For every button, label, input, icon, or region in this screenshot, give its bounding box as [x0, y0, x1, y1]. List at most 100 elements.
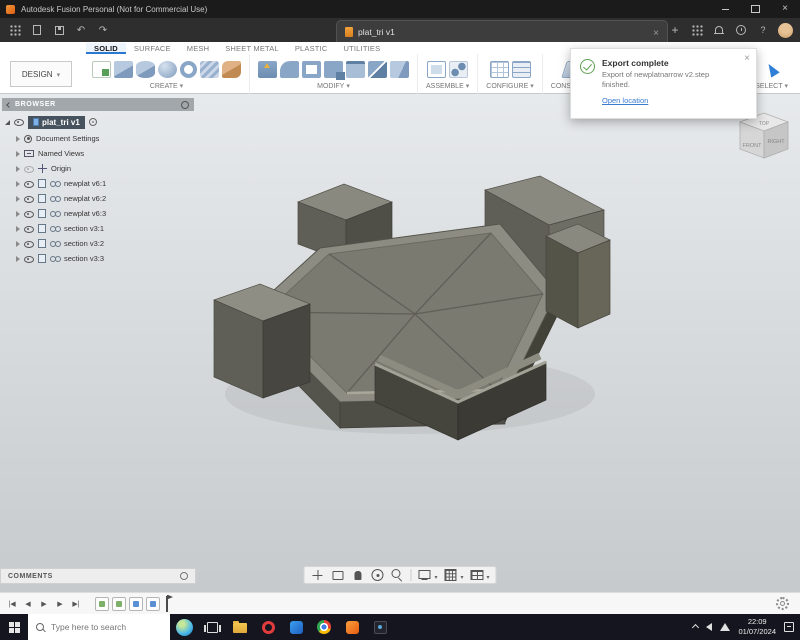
timeline-go-to-start-button[interactable]: |◀ [5, 596, 19, 612]
expand-arrow-icon[interactable] [16, 196, 20, 202]
taskbar-app-globe[interactable] [170, 614, 198, 640]
visibility-eye-icon[interactable] [14, 117, 24, 127]
timeline-play-button[interactable]: ▶ [37, 596, 51, 612]
browser-item-component[interactable]: newplat v6:3 [2, 206, 194, 221]
tab-solid[interactable]: SOLID [86, 43, 126, 54]
tab-plastic[interactable]: PLASTIC [287, 43, 336, 54]
expand-arrow-icon[interactable] [16, 256, 20, 262]
modify-menu[interactable]: MODIFY [317, 82, 350, 90]
notification-close-icon[interactable] [744, 53, 750, 64]
file-button[interactable] [26, 18, 48, 42]
visibility-eye-icon[interactable] [24, 164, 34, 174]
expand-arrow-icon[interactable] [16, 166, 20, 172]
timeline-step-back-button[interactable]: ◀ [21, 596, 35, 612]
task-view-button[interactable] [198, 614, 226, 640]
assemble-menu[interactable]: ASSEMBLE [426, 82, 469, 90]
browser-item-component[interactable]: section v3:1 [2, 221, 194, 236]
design-workspace-dropdown[interactable]: DESIGN [10, 61, 72, 87]
expand-arrow-icon[interactable] [16, 181, 20, 187]
look-at-icon[interactable] [330, 568, 344, 582]
expand-arrow-icon[interactable] [16, 241, 20, 247]
joint-icon[interactable] [449, 61, 468, 78]
fillet-icon[interactable] [280, 61, 299, 78]
notifications-button[interactable] [708, 18, 730, 42]
grid-snaps-icon[interactable] [443, 568, 457, 582]
expand-arrow-icon[interactable] [5, 120, 10, 125]
timeline-step-forward-button[interactable]: ▶ [53, 596, 67, 612]
browser-item-document-settings[interactable]: Document Settings [2, 131, 194, 146]
corner-bracket-southwest[interactable] [214, 284, 310, 398]
offset-face-icon[interactable] [346, 61, 365, 78]
maximize-button[interactable] [740, 0, 770, 18]
network-icon[interactable] [720, 623, 730, 631]
fit-view-icon[interactable] [310, 568, 324, 582]
save-button[interactable] [48, 18, 70, 42]
split-body-icon[interactable] [368, 61, 387, 78]
help-button[interactable] [752, 18, 774, 42]
timeline-go-to-end-button[interactable]: ▶| [69, 596, 83, 612]
visibility-eye-icon[interactable] [24, 179, 34, 189]
browser-item-named-views[interactable]: Named Views [2, 146, 194, 161]
taskbar-search[interactable] [28, 614, 170, 640]
settings-gear-icon[interactable] [776, 597, 789, 610]
tab-sheet-metal[interactable]: SHEET METAL [217, 43, 287, 54]
taskbar-app-camera[interactable] [366, 614, 394, 640]
minimize-button[interactable] [710, 0, 740, 18]
start-button[interactable] [0, 614, 28, 640]
profile-button[interactable] [774, 18, 796, 42]
browser-item-component[interactable]: section v3:3 [2, 251, 194, 266]
redo-button[interactable] [92, 18, 114, 42]
document-tab[interactable]: plat_tri v1 [336, 20, 668, 42]
action-center-icon[interactable] [784, 622, 794, 632]
open-location-link[interactable]: Open location [602, 96, 648, 105]
taskbar-app-opera[interactable] [254, 614, 282, 640]
create-menu[interactable]: CREATE [150, 82, 183, 90]
file-menu-button[interactable] [4, 18, 26, 42]
configure-menu[interactable]: CONFIGURE [486, 82, 534, 90]
comments-panel[interactable]: COMMENTS [0, 568, 196, 584]
expand-arrow-icon[interactable] [16, 226, 20, 232]
display-settings-icon[interactable] [417, 568, 431, 582]
expand-arrow-icon[interactable] [16, 151, 20, 157]
browser-root-item[interactable]: plat_tri v1 [2, 113, 194, 131]
visibility-eye-icon[interactable] [24, 254, 34, 264]
close-button[interactable] [770, 0, 800, 18]
corner-bracket-east[interactable] [546, 224, 610, 328]
zoom-magnifier-icon[interactable] [390, 568, 404, 582]
draft-icon[interactable] [390, 61, 409, 78]
select-cursor-icon[interactable] [764, 61, 779, 77]
tab-mesh[interactable]: MESH [179, 43, 217, 54]
taskbar-app-fusion[interactable] [338, 614, 366, 640]
volume-icon[interactable] [706, 623, 712, 631]
timeline-feature-icon[interactable] [112, 597, 126, 611]
browser-item-component[interactable]: newplat v6:1 [2, 176, 194, 191]
timeline-feature-icon[interactable] [95, 597, 109, 611]
configuration-icon[interactable] [490, 61, 509, 78]
activate-component-radio[interactable] [89, 118, 97, 126]
browser-item-component[interactable]: newplat v6:2 [2, 191, 194, 206]
new-component-icon[interactable] [427, 61, 446, 78]
orbit-icon[interactable] [370, 568, 384, 582]
undo-button[interactable] [70, 18, 92, 42]
collapse-panel-icon[interactable] [6, 102, 12, 108]
torus-icon[interactable] [180, 61, 197, 78]
root-document-badge[interactable]: plat_tri v1 [28, 116, 85, 129]
create-sketch-icon[interactable] [92, 61, 111, 78]
show-hidden-icons-chevron[interactable] [692, 623, 699, 630]
expand-arrow-icon[interactable] [16, 136, 20, 142]
visibility-eye-icon[interactable] [24, 224, 34, 234]
timeline-position-marker[interactable] [166, 596, 168, 612]
configuration-table-icon[interactable] [512, 61, 531, 78]
box-icon[interactable] [114, 61, 133, 78]
combine-icon[interactable] [324, 61, 343, 78]
shell-icon[interactable] [302, 61, 321, 78]
pipe-icon[interactable] [222, 61, 241, 78]
select-menu[interactable]: SELECT [755, 82, 788, 90]
visibility-eye-icon[interactable] [24, 209, 34, 219]
job-status-button[interactable] [730, 18, 752, 42]
taskbar-clock[interactable]: 22:09 01/07/2024 [738, 617, 776, 637]
panel-options-icon[interactable] [180, 572, 188, 580]
cylinder-icon[interactable] [136, 61, 155, 78]
search-input[interactable] [51, 622, 156, 632]
expand-arrow-icon[interactable] [16, 211, 20, 217]
